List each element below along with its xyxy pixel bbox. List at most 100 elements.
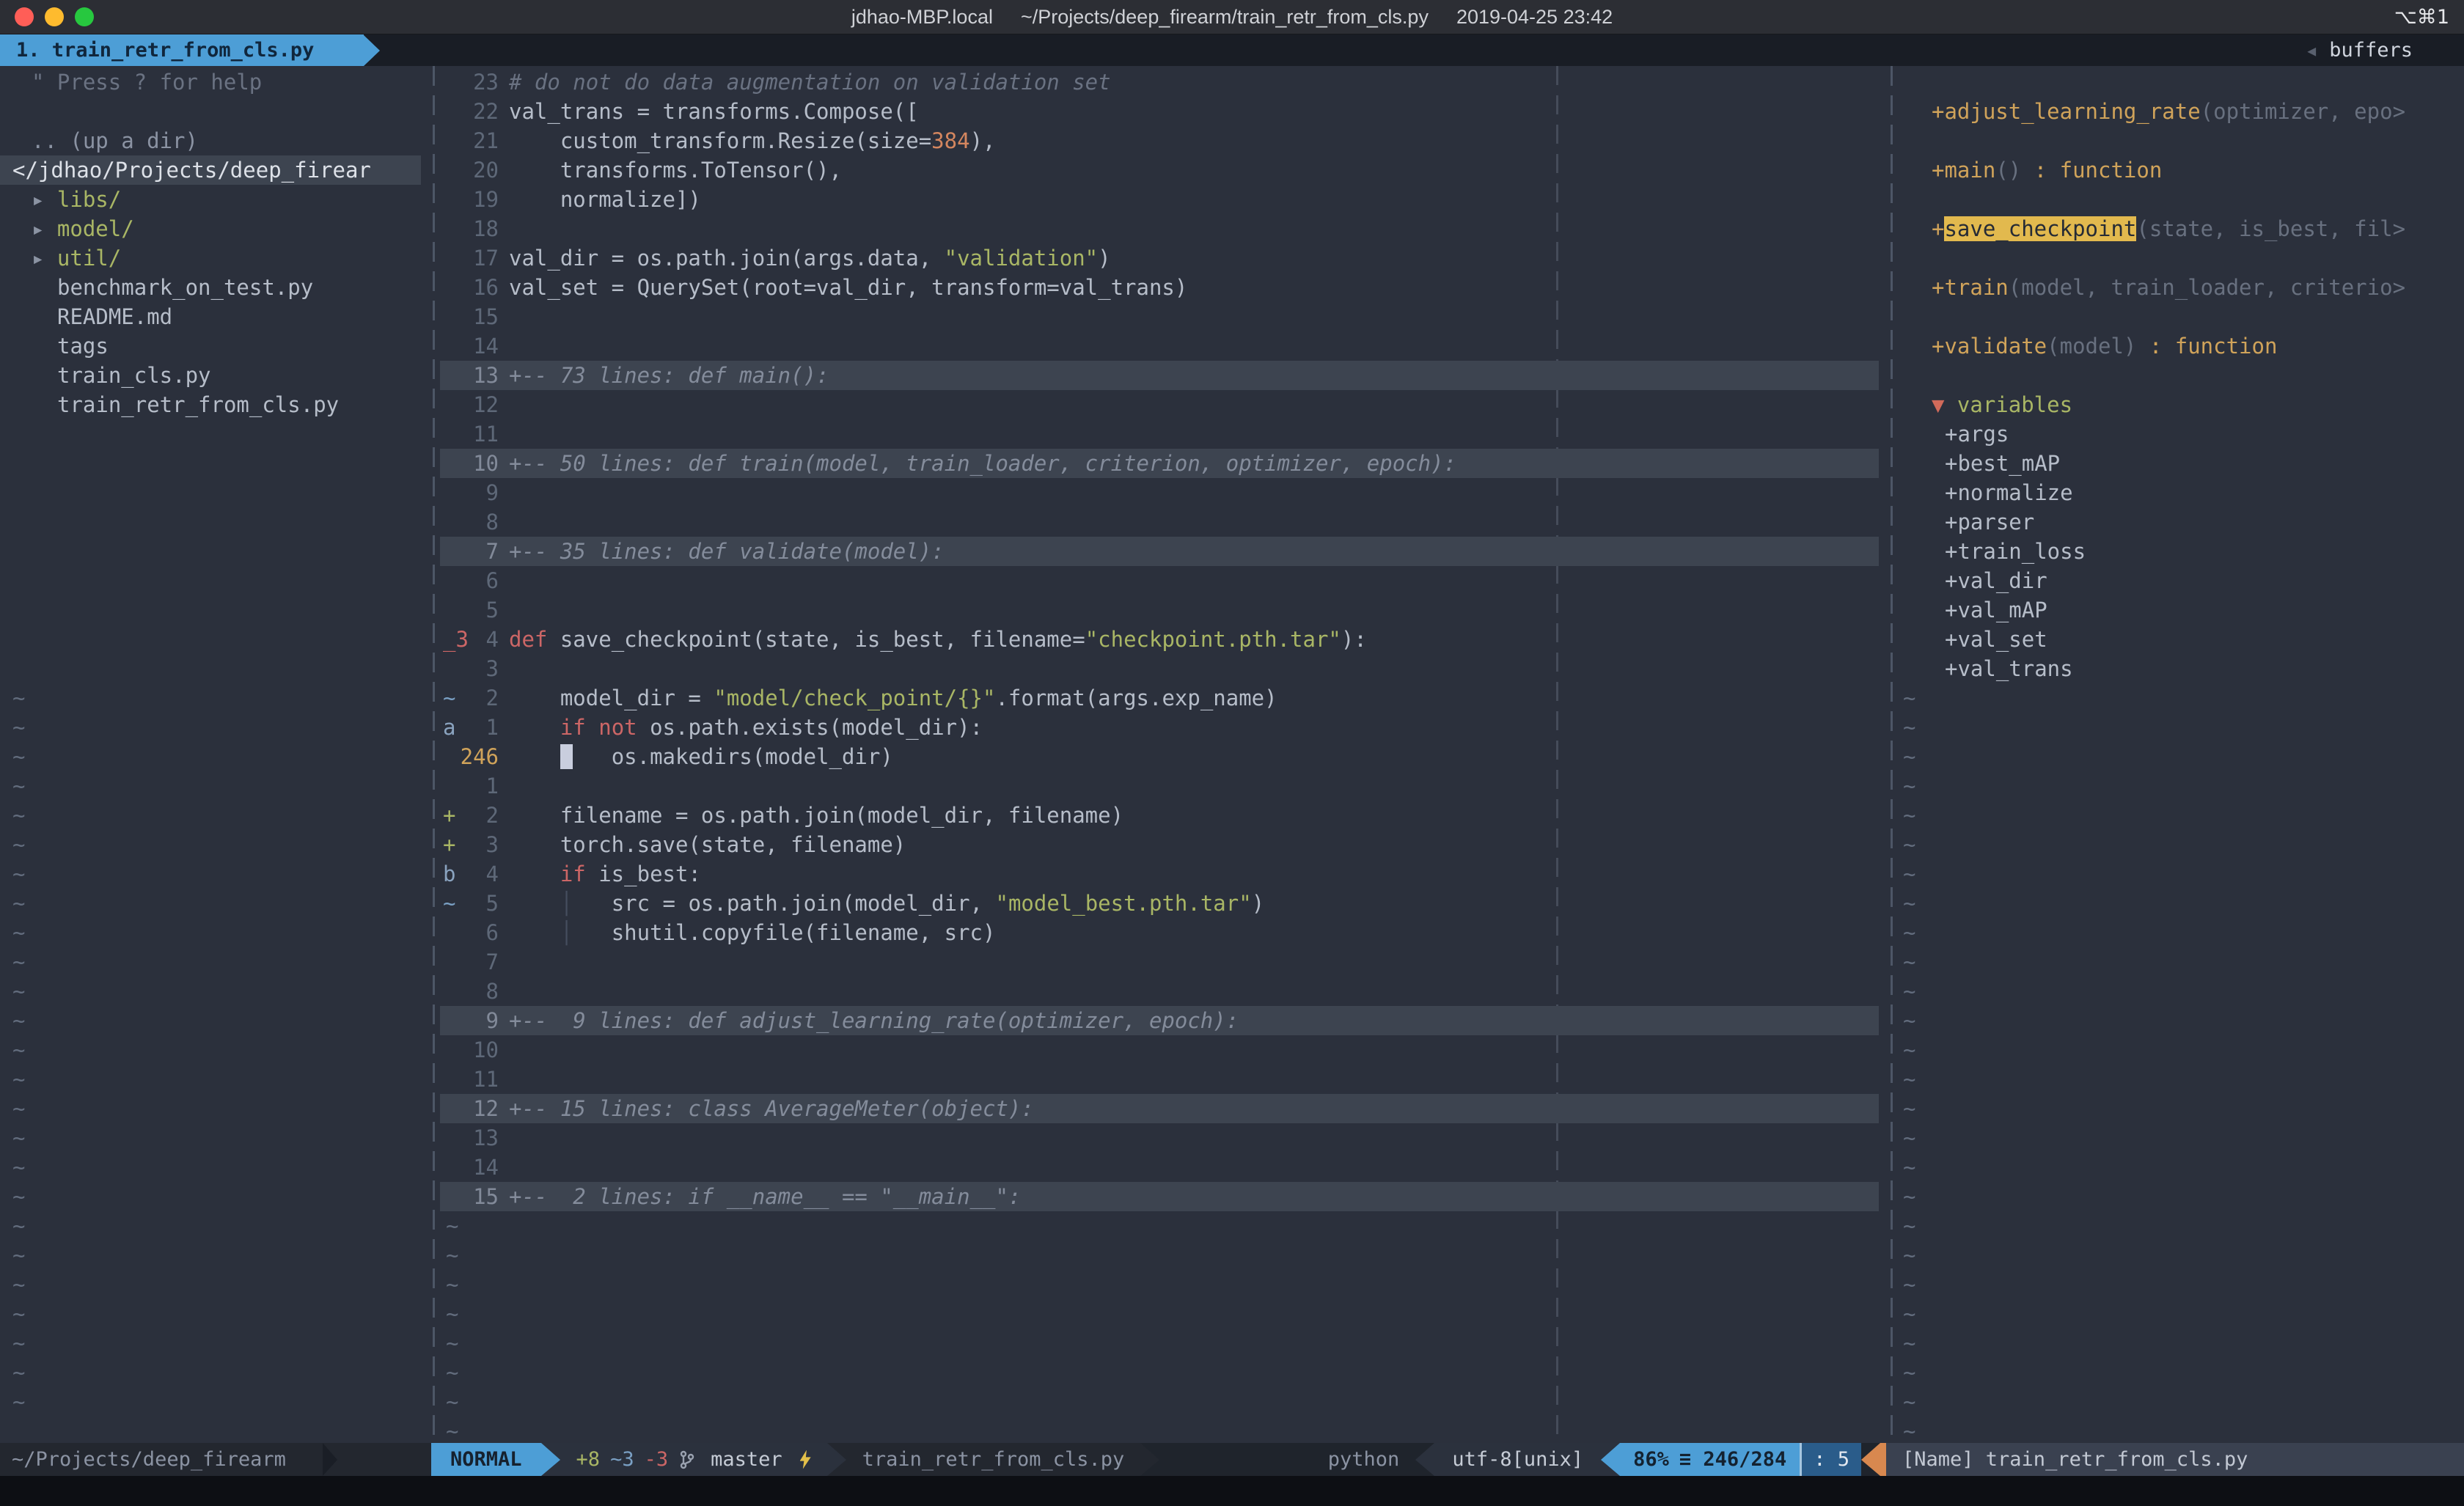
code-line[interactable]: 6 │ shutil.copyfile(filename, src) [440,918,1879,947]
tagbar-variable-val_set[interactable]: +val_set [1898,625,2464,654]
code-line[interactable]: _34def save_checkpoint(state, is_best, f… [440,625,1879,654]
code-line[interactable]: 23# do not do data augmentation on valid… [440,67,1879,97]
code-line[interactable]: 8 [440,977,1879,1006]
tilde: ~ [1898,1270,2464,1299]
code-line[interactable]: 9 [440,478,1879,507]
tilde: ~ [1898,801,2464,830]
command-line[interactable] [0,1476,2464,1506]
code-line[interactable]: 11 [440,419,1879,449]
folded-line[interactable]: 9+-- 9 lines: def adjust_learning_rate(o… [440,1006,1879,1035]
tab-label: 1. train_retr_from_cls.py [16,39,314,62]
tagbar-entry-train[interactable]: +train(model, train_loader, criterio> [1898,273,2464,302]
tagbar-entry-main[interactable]: +main() : function [1898,155,2464,185]
blank-line [0,507,421,537]
tagbar-variable-best_mAP[interactable]: +best_mAP [1898,449,2464,478]
code-line[interactable]: 12 [440,390,1879,419]
code-line[interactable]: +3 torch.save(state, filename) [440,830,1879,859]
nerdtree-item-libs[interactable]: ▸ libs/ [0,185,421,214]
folded-line[interactable]: 15+-- 2 lines: if __name__ == "__main__"… [440,1182,1879,1211]
macos-titlebar: jdhao-MBP.local~/Projects/deep_firearm/t… [0,0,2464,34]
code-line[interactable]: 19 normalize]) [440,185,1879,214]
tagbar-section-variables[interactable]: ▼ variables [1898,390,2464,419]
nerdtree-root[interactable]: </jdhao/Projects/deep_firear [0,155,421,185]
code-line[interactable]: 11 [440,1065,1879,1094]
nerdtree-item-model[interactable]: ▸ model/ [0,214,421,243]
code-line[interactable]: 17val_dir = os.path.join(args.data, "val… [440,243,1879,273]
tagbar-variable-val_trans[interactable]: +val_trans [1898,654,2464,683]
powerline-arrow-icon [1140,1443,1159,1476]
tilde: ~ [0,683,421,713]
nerdtree-item-train-cls-py[interactable]: train_cls.py [0,361,421,390]
editor-tilde-line: ~ [440,1299,1879,1329]
window-separator[interactable] [421,66,440,1443]
code-line[interactable]: 13 [440,1123,1879,1153]
buffers-label[interactable]: buffers [2329,39,2413,62]
tagbar-entry-adjust_learning_rate[interactable]: +adjust_learning_rate(optimizer, epo> [1898,97,2464,126]
code-line[interactable]: 14 [440,331,1879,361]
tilde: ~ [1898,1182,2464,1211]
close-button[interactable] [15,7,34,26]
code-line[interactable]: ~2 model_dir = "model/check_point/{}".fo… [440,683,1879,713]
tab-train-retr-from-cls[interactable]: 1. train_retr_from_cls.py [0,34,364,66]
code-line[interactable]: 6 [440,566,1879,595]
code-line[interactable]: 18 [440,214,1879,243]
column-indicator: : 5 [1802,1443,1861,1476]
editor-window[interactable]: 23# do not do data augmentation on valid… [440,66,1879,1443]
code-line[interactable]: 20 transforms.ToTensor(), [440,155,1879,185]
tagbar-variable-parser[interactable]: +parser [1898,507,2464,537]
tagbar-entry-save_checkpoint[interactable]: +save_checkpoint(state, is_best, fil> [1898,214,2464,243]
tagbar-variable-args[interactable]: +args [1898,419,2464,449]
tagbar-entry-validate[interactable]: +validate(model) : function [1898,331,2464,361]
tagbar-variable-normalize[interactable]: +normalize [1898,478,2464,507]
window-separator[interactable] [1879,66,1898,1443]
code-line[interactable]: 7 [440,947,1879,977]
blank-line [0,449,421,478]
tagbar-variable-val_mAP[interactable]: +val_mAP [1898,595,2464,625]
powerline-arrow-icon [1415,1443,1434,1476]
tilde: ~ [1898,1299,2464,1329]
blank-line [0,97,421,126]
blank-line [1898,126,2464,155]
code-line[interactable]: 1 [440,771,1879,801]
vim-tabline: 1. train_retr_from_cls.py ◀ buffers [0,34,2464,66]
code-line[interactable]: 3 [440,654,1879,683]
zoom-button[interactable] [75,7,94,26]
nerdtree-item-train-retr-from-cls-py[interactable]: train_retr_from_cls.py [0,390,421,419]
tilde: ~ [0,742,421,771]
code-line[interactable]: 246 os.makedirs(model_dir) [440,742,1879,771]
code-line[interactable]: 21 custom_transform.Resize(size=384), [440,126,1879,155]
powerline-arrow-icon [541,1443,560,1476]
nerdtree-item-util[interactable]: ▸ util/ [0,243,421,273]
code-line[interactable]: 15 [440,302,1879,331]
nerdtree-item-benchmark-on-test-py[interactable]: benchmark_on_test.py [0,273,421,302]
folded-line[interactable]: 10+-- 50 lines: def train(model, train_l… [440,449,1879,478]
tagbar-variable-val_dir[interactable]: +val_dir [1898,566,2464,595]
powerline-arrow-icon [827,1443,846,1476]
folded-line[interactable]: 13+-- 73 lines: def main(): [440,361,1879,390]
code-line[interactable]: ~5 │ src = os.path.join(model_dir, "mode… [440,889,1879,918]
code-line[interactable]: 10 [440,1035,1879,1065]
code-line[interactable]: +2 filename = os.path.join(model_dir, fi… [440,801,1879,830]
tilde: ~ [0,1358,421,1387]
powerline-arrow-icon [323,1443,337,1476]
folded-line[interactable]: 7+-- 35 lines: def validate(model): [440,537,1879,566]
code-line[interactable]: b4 if is_best: [440,859,1879,889]
tilde: ~ [0,859,421,889]
tilde: ~ [0,1241,421,1270]
nerdtree-item-readme-md[interactable]: README.md [0,302,421,331]
code-line[interactable]: a1 if not os.path.exists(model_dir): [440,713,1879,742]
tagbar-variable-train_loss[interactable]: +train_loss [1898,537,2464,566]
code-line[interactable]: 14 [440,1153,1879,1182]
code-line[interactable]: 22val_trans = transforms.Compose([ [440,97,1879,126]
tilde: ~ [1898,713,2464,742]
code-line[interactable]: 5 [440,595,1879,625]
window-title-host: jdhao-MBP.local [851,6,993,28]
nerdtree-updir-item[interactable]: .. (up a dir) [0,126,421,155]
minimize-button[interactable] [45,7,64,26]
folded-line[interactable]: 12+-- 15 lines: class AverageMeter(objec… [440,1094,1879,1123]
vim-workspace: " Press ? for help.. (up a dir)</jdhao/P… [0,66,2464,1443]
code-line[interactable]: 8 [440,507,1879,537]
tilde: ~ [0,1387,421,1417]
code-line[interactable]: 16val_set = QuerySet(root=val_dir, trans… [440,273,1879,302]
nerdtree-item-tags[interactable]: tags [0,331,421,361]
